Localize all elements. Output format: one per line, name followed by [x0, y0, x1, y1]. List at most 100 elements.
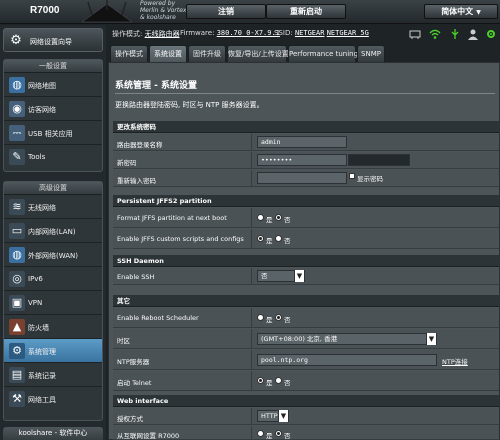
chevron-down-icon: ▼	[426, 333, 436, 345]
wireless-icon: ≋	[9, 199, 25, 215]
section-change-password: 更改系统密码	[113, 121, 499, 133]
row-ntp-server: NTP服务器 pool.ntp.org NTP连接	[113, 350, 499, 370]
format-jffs-yes-radio[interactable]	[257, 214, 264, 221]
model-name: R7000	[30, 5, 60, 16]
auth-method-select[interactable]: HTTP ▼	[257, 410, 289, 422]
settings-icon[interactable]	[485, 28, 497, 40]
sidebar-item-administration[interactable]: ⚙ 系统管理	[4, 339, 102, 363]
firmware-link[interactable]: 380.70_0-X7.9.1	[217, 29, 280, 37]
general-settings-group: 一般设置 ◍ 网络地图 ◉ 访客网络 ⎓ USB 相关应用 ✎ Tools	[3, 59, 103, 172]
row-enable-ssh: Enable SSH 否 ▼	[113, 268, 499, 285]
sidebar-item-network-map[interactable]: ◍ 网络地图	[4, 73, 102, 97]
section-jffs: Persistent JFFS2 partition	[113, 195, 499, 207]
network-status-icon[interactable]	[409, 28, 421, 40]
row-retype-password: 重新输入密码 显示密码	[113, 170, 499, 187]
tab-restore-save-upload[interactable]: 恢复/导出/上传设置	[227, 45, 289, 62]
globe-icon: ◍	[9, 77, 25, 93]
telnet-no-radio[interactable]	[275, 377, 282, 384]
format-jffs-no-radio[interactable]	[275, 214, 282, 221]
chevron-down-icon: ▼	[476, 9, 481, 16]
sidebar-item-network-tools[interactable]: ⚒ 网络工具	[4, 387, 102, 411]
tab-bar: 操作模式 系统设置 固件升级 恢复/导出/上传设置 Performance tu…	[108, 44, 500, 62]
wifi-icon[interactable]	[429, 28, 441, 40]
software-center-tab[interactable]: koolshare - 软件中心	[3, 427, 103, 440]
advanced-settings-group: 高级设置 ≋ 无线网络 ▭ 内部网络(LAN) ◍ 外部网络(WAN) ◎ IP…	[3, 181, 103, 421]
row-reboot-scheduler: Enable Reboot Scheduler 是 否	[113, 308, 499, 328]
row-wan-access: 从互联网设置 R7000 是 否	[113, 426, 499, 440]
sidebar-item-wan[interactable]: ◍ 外部网络(WAN)	[4, 243, 102, 267]
chevron-down-icon: ▼	[278, 410, 288, 422]
ssid-5g-link[interactable]: NETGEAR_5G	[327, 29, 369, 37]
row-enable-telnet: 启动 Telnet 是 否	[113, 371, 499, 391]
timezone-select[interactable]: (GMT+08:00) 北京, 香港 ▼	[257, 333, 437, 345]
top-bar: R7000 Powered by Merlin & Vortex & kools…	[0, 0, 500, 24]
administration-icon: ⚙	[9, 343, 25, 359]
sidebar-item-tools[interactable]: ✎ Tools	[4, 145, 102, 169]
user-icon[interactable]	[467, 28, 479, 40]
tab-firmware-upgrade[interactable]: 固件升级	[188, 45, 226, 62]
general-settings-title: 一般设置	[4, 60, 102, 73]
wan-access-no-radio[interactable]	[275, 430, 282, 437]
logout-button[interactable]: 注销	[186, 4, 266, 19]
show-password-checkbox[interactable]	[349, 173, 355, 179]
sidebar-item-wireless[interactable]: ≋ 无线网络	[4, 195, 102, 219]
ntp-link[interactable]: NTP连接	[442, 356, 468, 366]
lan-icon: ▭	[9, 223, 25, 239]
sidebar-item-lan[interactable]: ▭ 内部网络(LAN)	[4, 219, 102, 243]
row-enable-jffs-scripts: Enable JFFS custom scripts and configs 是…	[113, 229, 499, 249]
telnet-yes-radio[interactable]	[257, 377, 264, 384]
usb-icon: ⎓	[9, 125, 25, 141]
sidebar: ⚙ 网络设置向导 一般设置 ◍ 网络地图 ◉ 访客网络 ⎓ USB 相关应用 ✎…	[0, 25, 106, 440]
ipv6-icon: ◎	[9, 271, 25, 287]
retype-password-input[interactable]	[257, 172, 347, 184]
password-strength-meter	[348, 154, 410, 166]
section-web-interface: Web interface	[113, 395, 499, 407]
jffs-scripts-no-radio[interactable]	[275, 235, 282, 242]
sidebar-item-vpn[interactable]: ▣ VPN	[4, 291, 102, 315]
language-select[interactable]: 简体中文 ▼	[424, 4, 498, 19]
section-other: 其它	[113, 295, 499, 307]
status-icons	[405, 28, 500, 40]
row-format-jffs: Format JFFS partition at next boot 是 否	[113, 208, 499, 228]
tab-snmp[interactable]: SNMP	[357, 45, 385, 62]
reboot-button[interactable]: 重新启动	[266, 4, 346, 19]
row-new-password: 新密码 ••••••••	[113, 152, 499, 169]
wan-access-yes-radio[interactable]	[257, 430, 264, 437]
chevron-down-icon: ▼	[294, 270, 304, 282]
ssid-24g-link[interactable]: NETGEAR	[295, 29, 325, 37]
tab-operation-mode[interactable]: 操作模式	[110, 45, 148, 62]
tab-system[interactable]: 系统设置	[149, 45, 187, 62]
quick-setup-button[interactable]: ⚙ 网络设置向导	[3, 28, 103, 52]
tools-icon: ✎	[9, 149, 25, 165]
title-divider	[115, 93, 495, 94]
ntp-server-input[interactable]: pool.ntp.org	[257, 354, 437, 366]
reboot-scheduler-yes-radio[interactable]	[257, 314, 264, 321]
new-password-input[interactable]: ••••••••	[257, 154, 347, 166]
usb-icon[interactable]	[449, 28, 461, 40]
page-title: 系统管理 - 系统设置	[115, 81, 198, 91]
row-auth-method: 授权方式 HTTP ▼	[113, 408, 499, 425]
page-description: 更换路由器登陆密码, 时区与 NTP 服务器设置。	[115, 101, 264, 109]
enable-ssh-select[interactable]: 否 ▼	[257, 270, 305, 282]
guest-network-icon: ◉	[9, 101, 25, 117]
sidebar-item-guest-network[interactable]: ◉ 访客网络	[4, 97, 102, 121]
advanced-settings-title: 高级设置	[4, 182, 102, 195]
jffs-scripts-yes-radio[interactable]	[257, 235, 264, 242]
powered-by-text: Powered by Merlin & Vortex & koolshare	[140, 0, 187, 21]
wizard-icon: ⚙	[10, 33, 22, 48]
network-tools-icon: ⚒	[9, 391, 25, 407]
username-input[interactable]: admin	[257, 136, 347, 148]
operation-mode-link[interactable]: 无线路由器	[145, 30, 180, 38]
reboot-scheduler-no-radio[interactable]	[275, 314, 282, 321]
system-log-icon: ▤	[9, 367, 25, 383]
firewall-icon: ▲	[9, 319, 25, 335]
tab-performance-tuning[interactable]: Performance tuning	[288, 45, 358, 62]
row-router-login-name: 路由器登录名称 admin	[113, 134, 499, 151]
section-ssh: SSH Daemon	[113, 255, 499, 267]
wan-icon: ◍	[9, 247, 25, 263]
row-timezone: 时区 (GMT+08:00) 北京, 香港 ▼	[113, 329, 499, 349]
sidebar-item-ipv6[interactable]: ◎ IPv6	[4, 267, 102, 291]
sidebar-item-system-log[interactable]: ▤ 系统记录	[4, 363, 102, 387]
sidebar-item-firewall[interactable]: ▲ 防火墙	[4, 315, 102, 339]
sidebar-item-usb[interactable]: ⎓ USB 相关应用	[4, 121, 102, 145]
